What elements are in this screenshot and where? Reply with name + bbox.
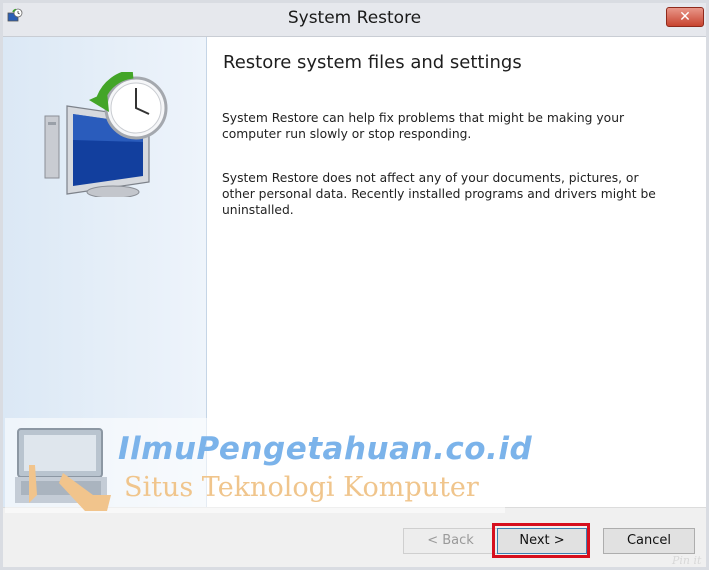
- window-title: System Restore: [287, 8, 422, 28]
- watermark-title: IlmuPengetahuan.co.id: [118, 431, 533, 467]
- description-paragraph-1: System Restore can help fix problems tha…: [222, 111, 625, 141]
- computer-clock-restore-icon: [44, 72, 168, 197]
- page-heading: Restore system files and settings: [223, 52, 522, 73]
- cancel-button[interactable]: Cancel: [603, 528, 695, 554]
- footer-bar: [3, 507, 706, 568]
- title-bar: System Restore ✕: [0, 0, 709, 37]
- laptop-hand-icon: [15, 428, 111, 511]
- pin-it-watermark: Pin it: [672, 554, 702, 567]
- description-paragraph-2: System Restore does not affect any of yo…: [222, 171, 656, 217]
- watermark-subtitle: Situs Teknologi Komputer: [124, 472, 479, 503]
- back-button[interactable]: < Back: [403, 528, 498, 554]
- next-button-highlight: [492, 523, 590, 558]
- close-button[interactable]: ✕: [666, 7, 704, 27]
